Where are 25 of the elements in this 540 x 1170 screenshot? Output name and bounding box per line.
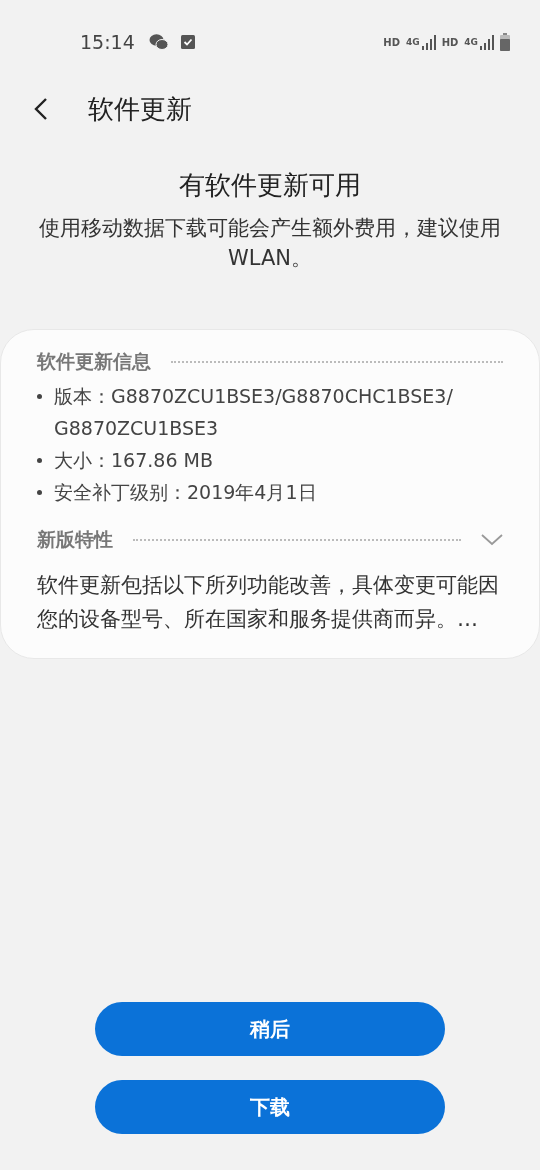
section-heading: 新版特性 (37, 527, 113, 552)
action-button[interactable]: 稍后 (95, 1002, 445, 1056)
chat-bubbles-icon (148, 33, 169, 51)
page-title: 软件更新 (88, 92, 192, 126)
update-heading: 有软件更新可用 (178, 169, 362, 202)
battery-icon (500, 33, 510, 51)
bullet-icon (37, 394, 42, 399)
info-item: 大小：167.86 MB (54, 448, 214, 473)
bullet-icon (37, 490, 42, 495)
signal-icon (421, 34, 436, 50)
section-heading: 软件更新信息 (37, 349, 151, 374)
hd-label: HD (383, 36, 400, 48)
signal-icon (480, 34, 494, 50)
status-time: 15:14 (80, 31, 135, 53)
info-item: 版本：G8870ZCU1BSE3/G8870CHC1BSE3/ G8870ZCU1BSE3 (54, 384, 454, 441)
features-description: 软件更新包括以下所列功能改善，具体变更可能因您的设备型号、所在国家和服务提供商而异。… (37, 572, 500, 633)
action-button[interactable]: 下载 (95, 1080, 445, 1134)
bullet-icon (37, 458, 42, 463)
network-label: 4G (406, 37, 420, 47)
network-label: 4G (464, 37, 478, 47)
info-item: 安全补丁级别：2019年4月1日 (54, 480, 318, 505)
data-charge-message: 使用移动数据下载可能会产生额外费用，建议使用 WLAN。 (38, 215, 502, 272)
hd-label: HD (441, 36, 459, 48)
checkbox-icon (180, 34, 195, 50)
chevron-down-icon[interactable] (481, 534, 503, 546)
